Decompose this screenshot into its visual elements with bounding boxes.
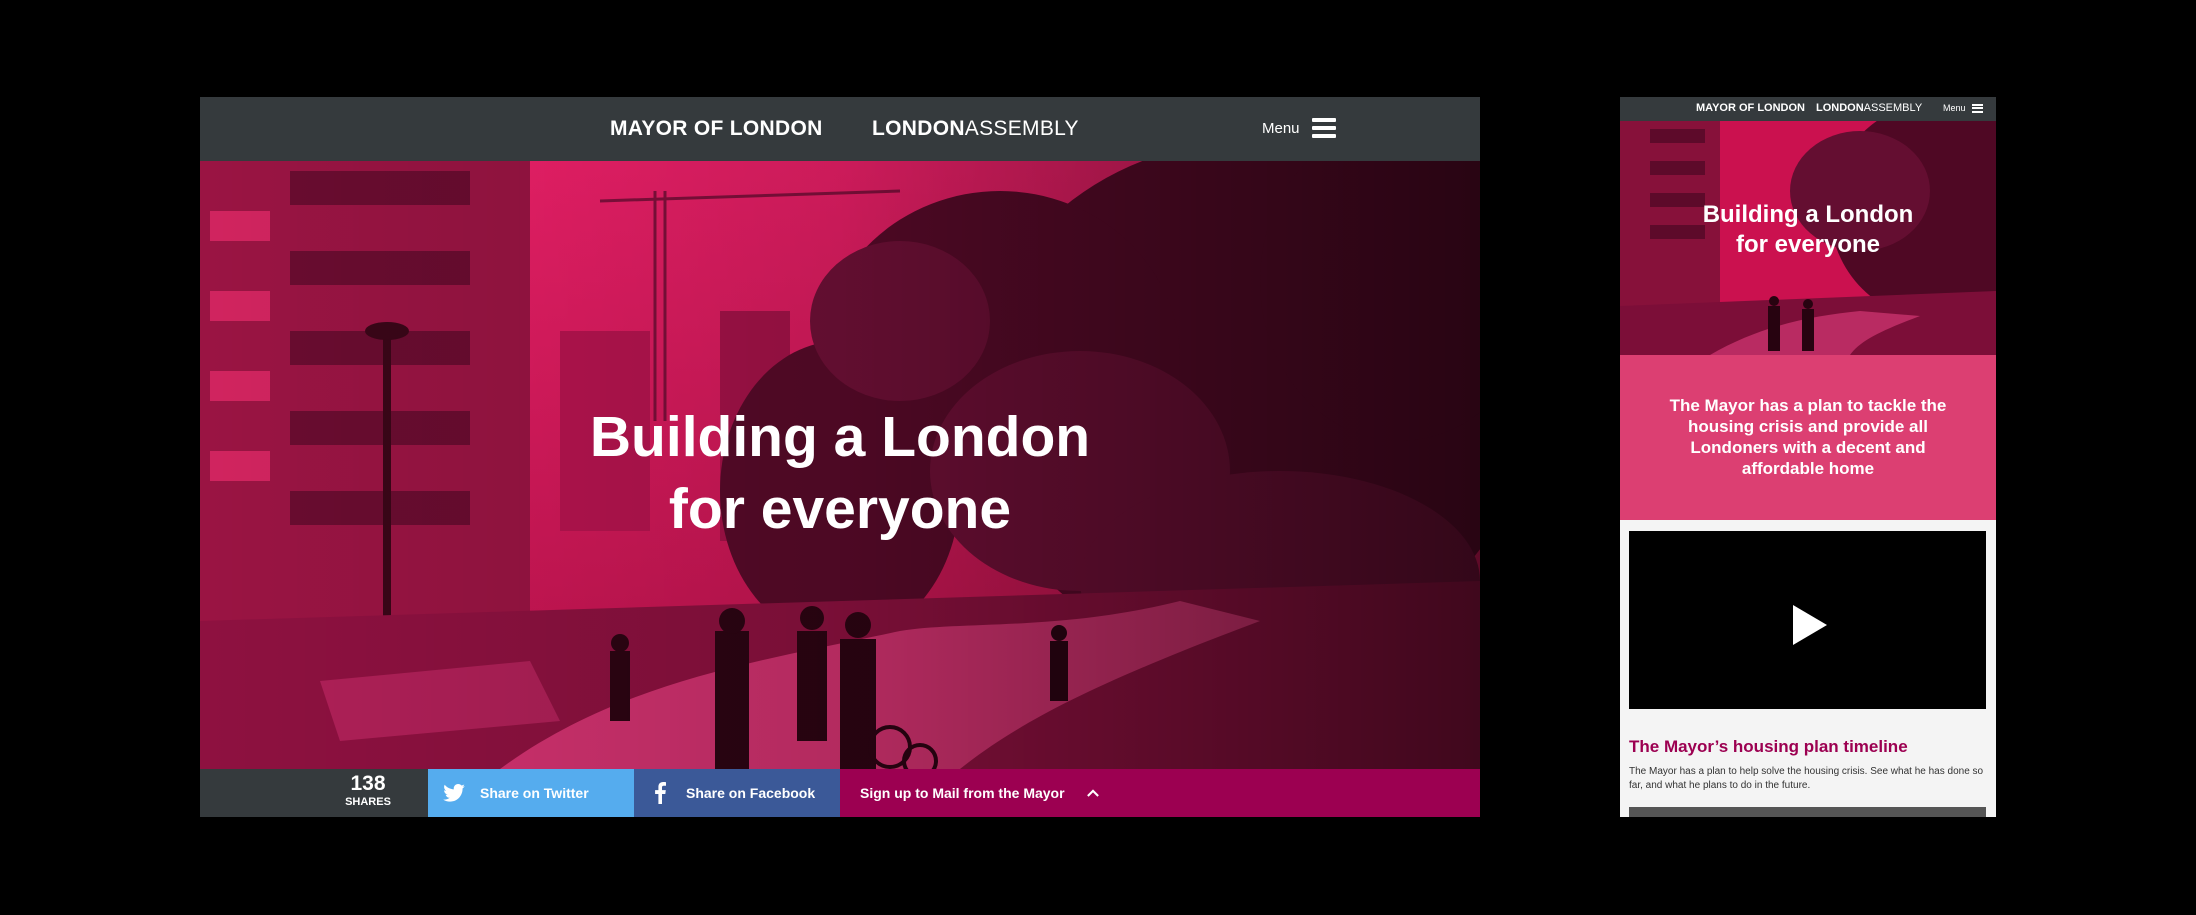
london-assembly-logo[interactable]: LONDONASSEMBLY [872,117,1079,141]
mail-signup-label: Sign up to Mail from the Mayor [860,785,1065,801]
share-bar: 138 SHARES Share on Twitter Share on Fac… [200,769,1480,817]
share-count-number: 138 [350,772,386,795]
facebook-f-icon [648,781,672,805]
mobile-timeline-description: The Mayor has a plan to help solve the h… [1629,766,1984,791]
mobile-hero-title: Building a London for everyone [1660,200,1956,260]
mobile-timeline-image [1629,807,1986,817]
mobile-hero-banner: Building a London for everyone [1620,121,1996,355]
mobile-screenshot: MAYOR OF LONDON LONDONASSEMBLY Menu Buil… [1620,97,1996,817]
share-facebook-button[interactable]: Share on Facebook [634,769,840,817]
share-twitter-button[interactable]: Share on Twitter [428,769,634,817]
share-count-label: SHARES [345,796,391,808]
mobile-menu-label: Menu [1943,103,1966,113]
mail-signup-button[interactable]: Sign up to Mail from the Mayor [840,769,1480,817]
mobile-logo-assembly-light: ASSEMBLY [1863,102,1923,114]
logo-assembly-bold: LONDON [872,117,965,140]
hero-title-line2: for everyone [668,477,1012,541]
mobile-video-player[interactable] [1629,531,1986,709]
play-icon[interactable] [1793,605,1827,645]
mobile-site-header: MAYOR OF LONDON LONDONASSEMBLY Menu [1620,97,1996,121]
share-count: 138 SHARES [200,769,428,817]
site-header: MAYOR OF LONDON LONDONASSEMBLY Menu [200,97,1480,161]
mobile-london-assembly-logo[interactable]: LONDONASSEMBLY [1816,102,1922,114]
menu-label: Menu [1262,119,1300,137]
menu-button[interactable]: Menu [1262,118,1336,138]
mayor-of-london-logo[interactable]: MAYOR OF LONDON [610,117,823,141]
mobile-mayor-of-london-logo[interactable]: MAYOR OF LONDON [1696,102,1805,114]
mobile-menu-button[interactable]: Menu [1943,103,1983,113]
hero-banner: Building a London for everyone [200,161,1480,769]
hero-title-line1: Building a London [589,405,1091,469]
desktop-screenshot: MAYOR OF LONDON LONDONASSEMBLY Menu Buil… [200,97,1480,817]
hamburger-menu-icon [1311,118,1336,138]
hero-title: Building a London for everyone [540,401,1140,545]
share-facebook-label: Share on Facebook [686,785,816,801]
mobile-logo-assembly-bold: LONDON [1816,102,1864,114]
mobile-hero-title-line2: for everyone [1735,231,1881,258]
mobile-hero-title-line1: Building a London [1702,201,1914,228]
mobile-timeline-heading: The Mayor’s housing plan timeline [1629,737,1908,756]
mobile-intro-text: The Mayor has a plan to tackle the housi… [1669,396,1947,478]
share-twitter-label: Share on Twitter [480,785,589,801]
hamburger-menu-icon [1971,103,1983,113]
mobile-intro-panel: The Mayor has a plan to tackle the housi… [1620,355,1996,520]
logo-assembly-light: ASSEMBLY [964,117,1079,140]
chevron-up-icon [1086,789,1099,797]
twitter-bird-icon [442,781,466,805]
